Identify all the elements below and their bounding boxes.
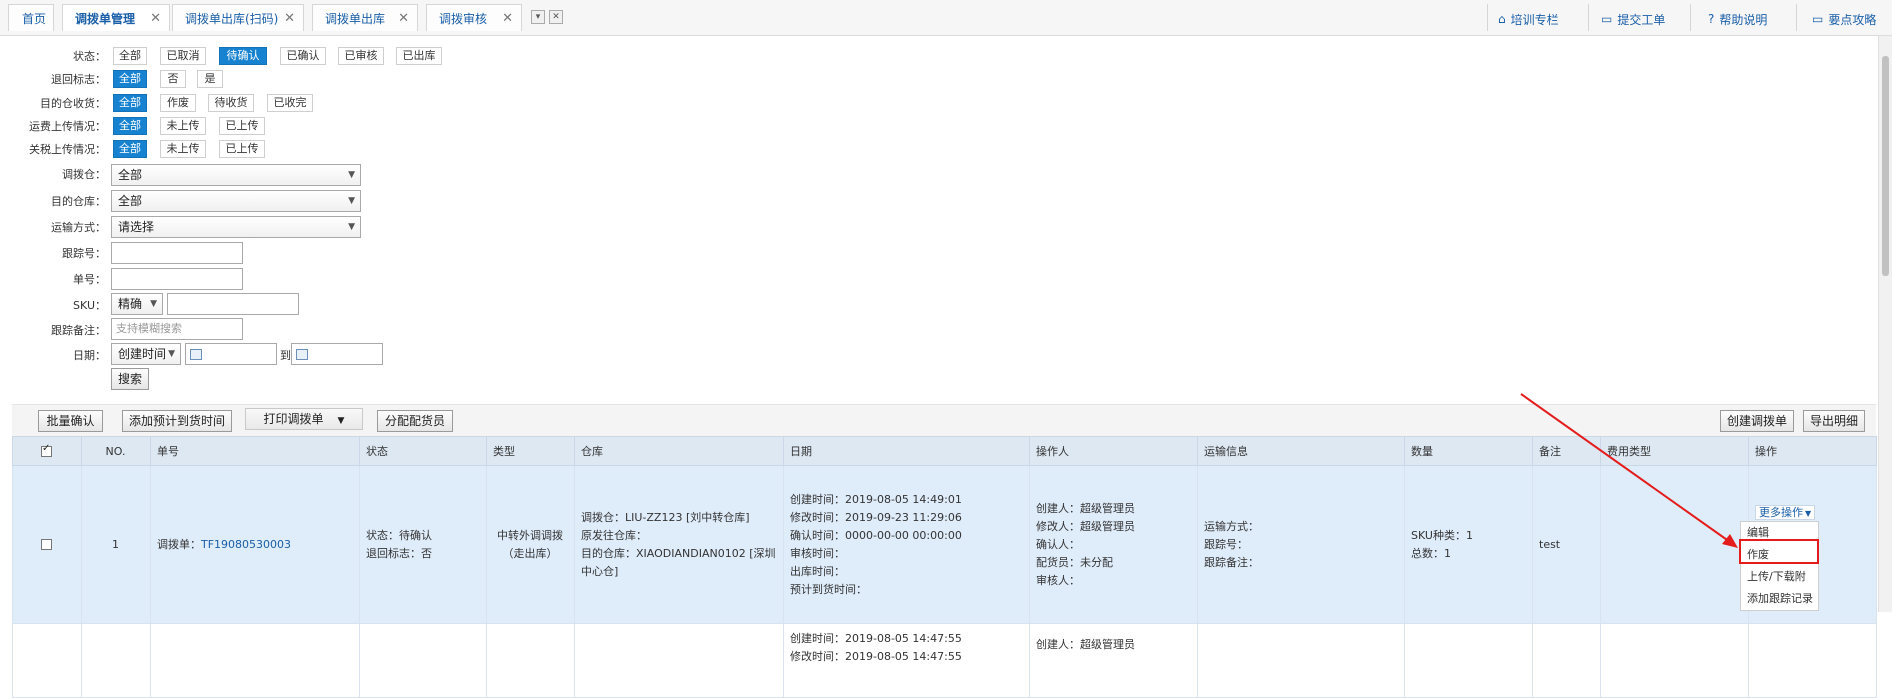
date-line: 修改时间：2019-08-05 14:47:55: [790, 650, 962, 663]
type-cell: [486, 623, 575, 698]
annotation-arrow: [1520, 393, 1738, 548]
date-line: 创建时间：2019-08-05 14:47:55: [790, 632, 962, 645]
operator-line: 创建人：超级管理员: [1036, 638, 1135, 651]
quantity-cell: [1404, 623, 1533, 698]
vertical-scrollbar[interactable]: [1878, 36, 1892, 612]
more-actions-menu: 编辑 作废 上传/下载附 添加跟踪记录: [1740, 521, 1819, 611]
menu-item-add-tracking[interactable]: 添加跟踪记录: [1741, 588, 1818, 610]
remark-cell: [1532, 623, 1601, 698]
scrollbar-thumb[interactable]: [1882, 56, 1889, 276]
table-row[interactable]: 创建时间：2019-08-05 14:47:55 修改时间：2019-08-05 …: [12, 623, 1877, 698]
menu-item-attachment[interactable]: 上传/下载附: [1741, 566, 1818, 588]
transport-cell: [1197, 623, 1405, 698]
highlight-box: [1739, 539, 1819, 564]
fee-type-cell: [1600, 623, 1749, 698]
warehouse-cell: [574, 623, 784, 698]
order-cell: [150, 623, 360, 698]
date-cell: 创建时间：2019-08-05 14:47:55 修改时间：2019-08-05 …: [783, 623, 1030, 698]
operator-cell: 创建人：超级管理员: [1029, 623, 1198, 698]
action-cell: [1748, 623, 1877, 698]
row-number: [81, 623, 151, 698]
row-select-cell[interactable]: [12, 623, 82, 698]
status-cell: [359, 623, 487, 698]
